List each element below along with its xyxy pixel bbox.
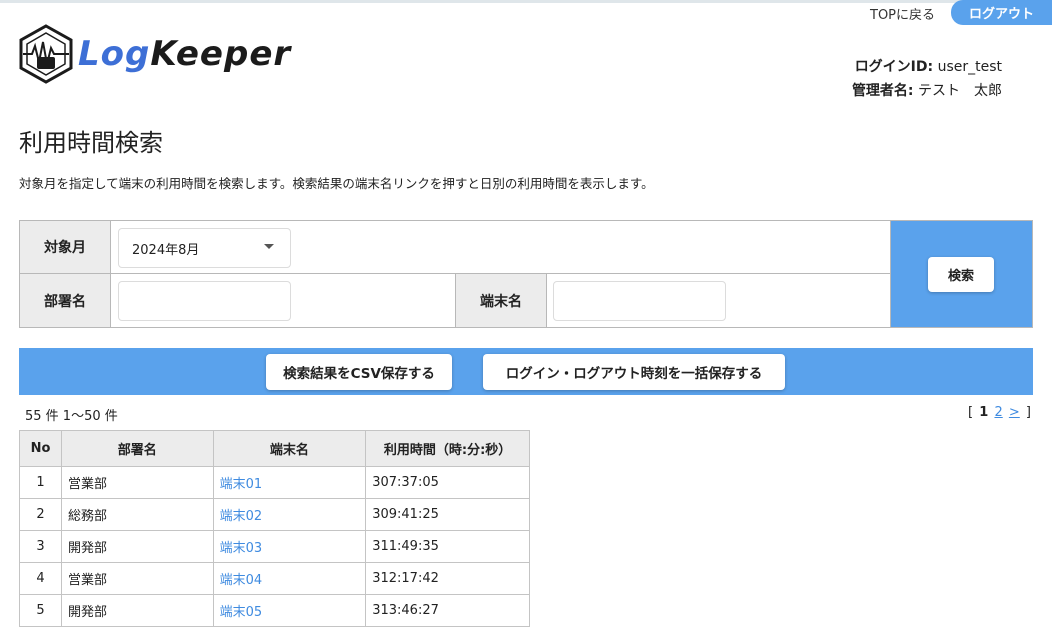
table-row: 2 総務部 端末02 309:41:25: [19, 498, 530, 531]
page-title: 利用時間検索: [19, 129, 163, 157]
row-dept: 営業部: [60, 466, 214, 499]
table-row: 5 開発部 端末05 313:46:27: [19, 594, 530, 627]
row-terminal-link[interactable]: 端末04: [212, 562, 367, 595]
search-form: 対象月 2024年8月 部署名 端末名 検索: [19, 220, 1033, 328]
action-bar: 検索結果をCSV保存する ログイン・ログアウト時刻を一括保存する: [19, 348, 1033, 395]
search-button-panel: 検索: [890, 221, 1032, 327]
row-terminal-link[interactable]: 端末05: [212, 594, 367, 627]
dept-label: 部署名: [20, 274, 111, 327]
top-link[interactable]: TOPに戻る: [870, 4, 935, 23]
table-row: 1 営業部 端末01 307:37:05: [19, 466, 530, 499]
month-select[interactable]: 2024年8月: [118, 228, 291, 268]
column-header-terminal: 端末名: [212, 430, 367, 467]
row-time: 309:41:25: [365, 498, 530, 531]
user-info: ログインID: user_test 管理者名: テスト 太郎: [852, 55, 1002, 103]
search-button[interactable]: 検索: [928, 257, 994, 292]
logo[interactable]: LogKeeper: [18, 24, 291, 84]
admin-name-line: 管理者名: テスト 太郎: [852, 79, 1002, 103]
pagination: [ 1 2 > ]: [967, 405, 1032, 420]
chevron-down-icon: [264, 244, 274, 249]
row-dept: 開発部: [60, 594, 214, 627]
row-dept: 総務部: [60, 498, 214, 531]
column-header-no: No: [19, 430, 62, 467]
table-row: 3 開発部 端末03 311:49:35: [19, 530, 530, 563]
login-id-value: user_test: [937, 59, 1002, 75]
terminal-input[interactable]: [553, 281, 726, 321]
row-time: 313:46:27: [365, 594, 530, 627]
pager-next[interactable]: >: [1009, 405, 1020, 420]
pager-page-2[interactable]: 2: [994, 405, 1002, 420]
month-select-value: 2024年8月: [132, 242, 200, 258]
logo-text-log: Log: [78, 34, 151, 74]
bulk-save-button[interactable]: ログイン・ログアウト時刻を一括保存する: [483, 354, 785, 390]
row-dept: 営業部: [60, 562, 214, 595]
admin-name-label: 管理者名:: [851, 83, 914, 99]
pager-current-page: 1: [979, 405, 989, 420]
logo-text-keeper: Keeper: [150, 34, 292, 74]
result-table: No 部署名 端末名 利用時間（時:分:秒） 1 営業部 端末01 307:37…: [19, 430, 530, 627]
row-time: 307:37:05: [365, 466, 530, 499]
column-header-time: 利用時間（時:分:秒）: [365, 430, 530, 467]
login-id-label: ログインID:: [854, 59, 934, 75]
csv-save-button[interactable]: 検索結果をCSV保存する: [266, 354, 452, 390]
terminal-label: 端末名: [455, 274, 547, 327]
page-description: 対象月を指定して端末の利用時間を検索します。検索結果の端末名リンクを押すと日別の…: [19, 176, 654, 191]
login-id-line: ログインID: user_test: [852, 55, 1002, 79]
search-row-dept-terminal: 部署名 端末名: [20, 274, 891, 327]
month-label: 対象月: [20, 221, 111, 273]
row-terminal-link[interactable]: 端末01: [212, 466, 367, 499]
row-time: 311:49:35: [365, 530, 530, 563]
row-no: 2: [19, 498, 62, 531]
row-no: 5: [19, 594, 62, 627]
pager-close-bracket: ]: [1025, 405, 1031, 420]
top-border: [0, 0, 1052, 3]
admin-name-value: テスト 太郎: [918, 83, 1002, 99]
row-terminal-link[interactable]: 端末02: [212, 498, 367, 531]
logo-hexagon-icon: [19, 24, 73, 84]
table-row: 4 営業部 端末04 312:17:42: [19, 562, 530, 595]
row-time: 312:17:42: [365, 562, 530, 595]
dept-input[interactable]: [118, 281, 291, 321]
result-count: 55 件 1〜50 件: [25, 409, 118, 424]
row-no: 4: [19, 562, 62, 595]
pager-open-bracket: [: [968, 405, 974, 420]
row-dept: 開発部: [60, 530, 214, 563]
row-no: 1: [19, 466, 62, 499]
row-no: 3: [19, 530, 62, 563]
logout-button[interactable]: ログアウト: [951, 0, 1052, 25]
logo-text: LogKeeper: [78, 37, 291, 71]
search-row-month: 対象月 2024年8月: [20, 221, 891, 274]
row-terminal-link[interactable]: 端末03: [212, 530, 367, 563]
table-header-row: No 部署名 端末名 利用時間（時:分:秒）: [19, 430, 530, 467]
column-header-dept: 部署名: [60, 430, 214, 467]
